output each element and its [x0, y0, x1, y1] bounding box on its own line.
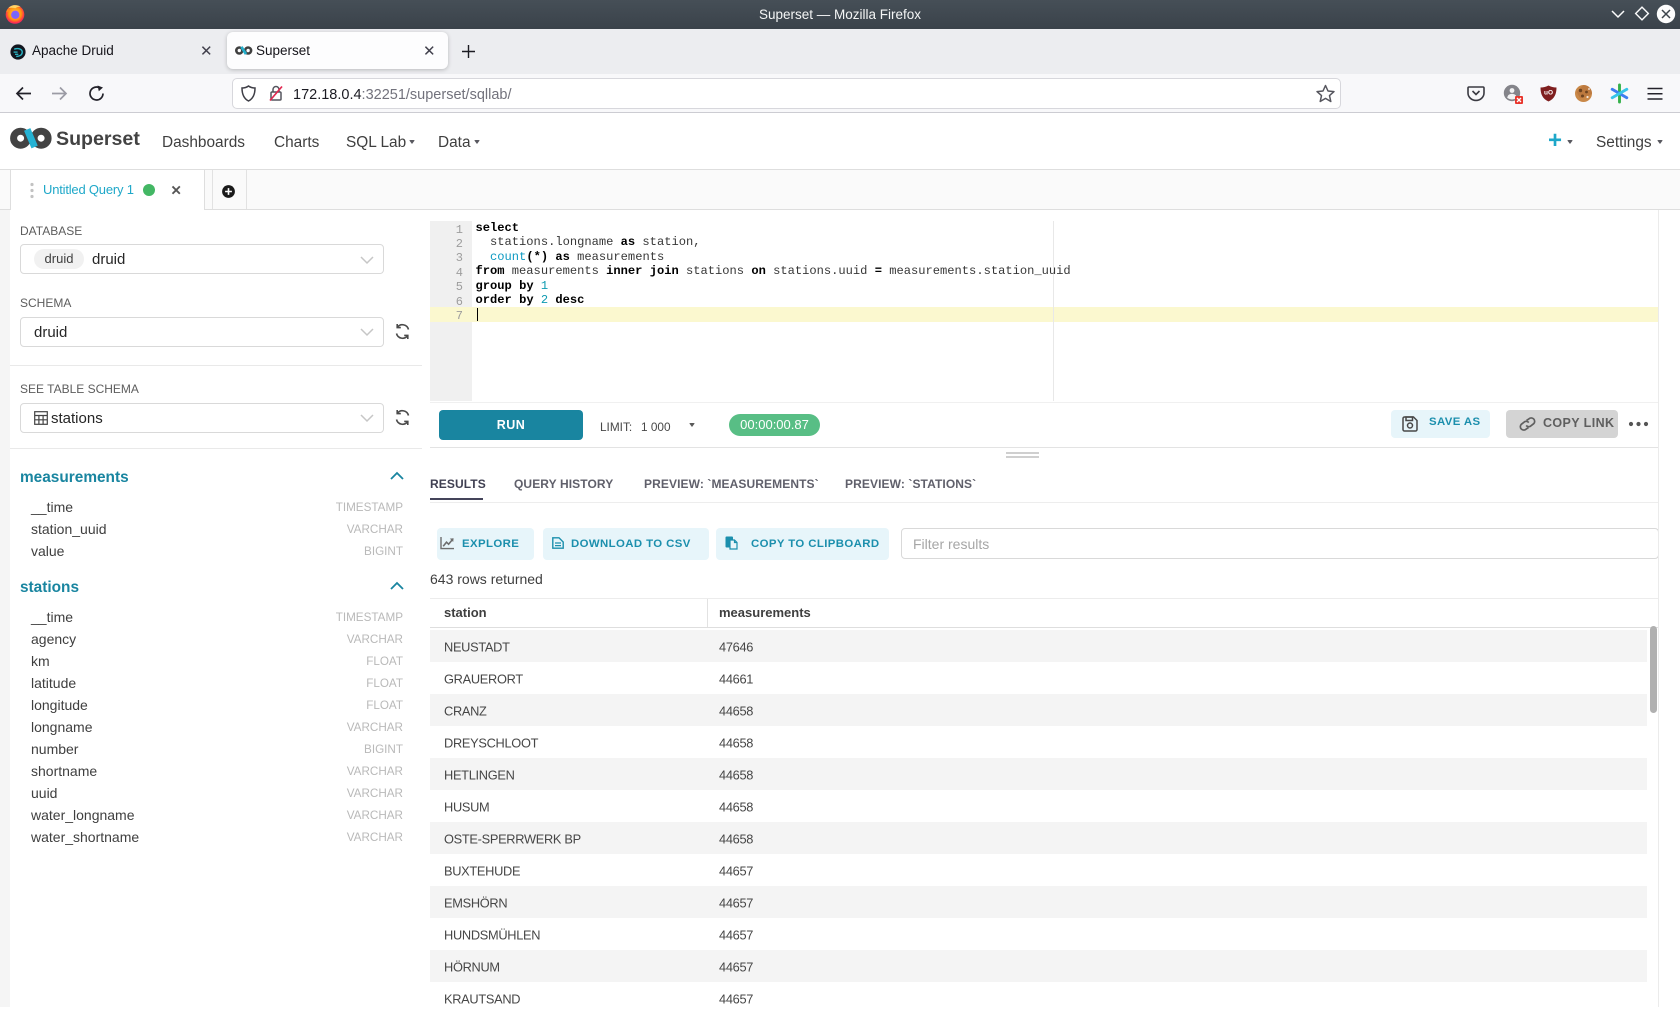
svg-text:uO: uO — [1544, 90, 1553, 97]
